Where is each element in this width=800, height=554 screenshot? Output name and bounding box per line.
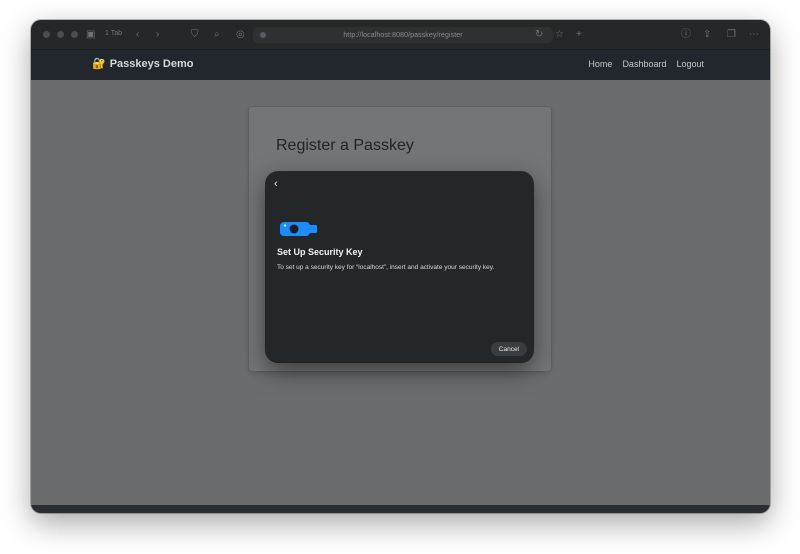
lock-key-icon: 🔐	[92, 58, 106, 70]
cancel-button[interactable]: Cancel	[490, 342, 527, 356]
nav-links: Home Dashboard Logout	[588, 59, 704, 69]
privacy-icon[interactable]: ◎	[236, 29, 245, 41]
nav-logout-link[interactable]: Logout	[676, 59, 704, 69]
site-navbar: 🔐 Passkeys Demo Home Dashboard Logout	[31, 50, 770, 80]
sidebar-icon[interactable]: ▣	[86, 29, 95, 41]
back-icon[interactable]: ‹	[136, 29, 139, 41]
nav-home-link[interactable]: Home	[588, 59, 612, 69]
share-icon[interactable]: ⇪	[703, 29, 711, 41]
search-icon[interactable]: ⌕	[214, 29, 220, 41]
shield-icon[interactable]: ⛉	[191, 29, 199, 41]
info-icon[interactable]: ⓘ	[681, 29, 691, 41]
new-tab-icon[interactable]: +	[576, 29, 582, 41]
browser-toolbar: ▣ 1 Tab ‹ › ⛉ ⌕ ◎ http://localhost:8080/…	[31, 20, 770, 50]
more-icon[interactable]: ⋯	[749, 29, 759, 41]
security-key-dialog: ‹ Set Up Security Key To set up a securi…	[266, 172, 533, 362]
address-url: http://localhost:8080/passkey/register	[343, 31, 463, 39]
tab-count[interactable]: 1 Tab	[105, 30, 122, 37]
window-controls	[43, 31, 78, 38]
page-title: Register a Passkey	[276, 137, 414, 154]
security-key-icon	[280, 222, 317, 236]
nav-dashboard-link[interactable]: Dashboard	[622, 59, 666, 69]
dialog-title: Set Up Security Key	[277, 247, 363, 257]
address-bar[interactable]: http://localhost:8080/passkey/register	[253, 27, 553, 43]
window-bottom-bar	[31, 505, 770, 513]
reload-icon[interactable]: ↻	[535, 29, 543, 41]
brand-name: Passkeys Demo	[109, 58, 194, 70]
forward-icon[interactable]: ›	[156, 29, 159, 41]
dialog-back-button[interactable]: ‹	[274, 178, 278, 190]
browser-window: ▣ 1 Tab ‹ › ⛉ ⌕ ◎ http://localhost:8080/…	[31, 20, 770, 513]
dialog-description: To set up a security key for “localhost”…	[277, 264, 495, 271]
minimize-window-button[interactable]	[57, 31, 64, 38]
bookmark-star-icon[interactable]: ☆	[555, 29, 564, 41]
close-window-button[interactable]	[43, 31, 50, 38]
site-brand[interactable]: 🔐 Passkeys Demo	[92, 57, 193, 71]
tabs-overview-icon[interactable]: ❐	[727, 29, 736, 41]
zoom-window-button[interactable]	[71, 31, 78, 38]
site-info-icon[interactable]	[260, 32, 266, 38]
